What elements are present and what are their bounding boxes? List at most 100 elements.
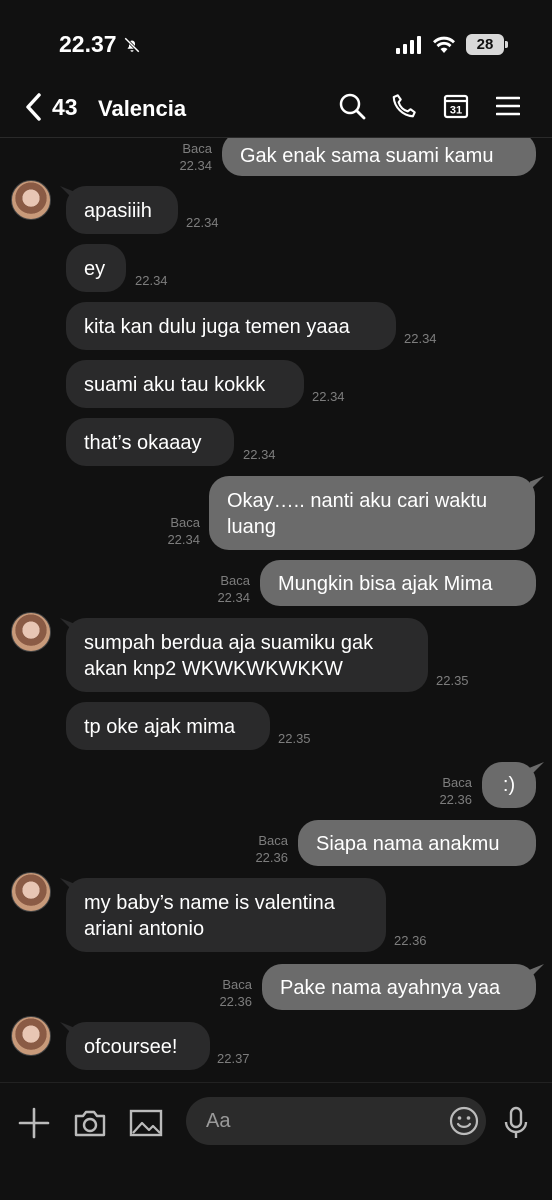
message-bubble[interactable]: Gak enak sama suami kamu	[222, 138, 536, 176]
message-bubble[interactable]: :)	[482, 762, 536, 808]
message-text: :)	[502, 774, 516, 796]
message-time: 22.36	[255, 850, 288, 865]
read-receipt: Baca	[182, 141, 212, 156]
header-actions: 31	[338, 92, 522, 120]
status-indicators: 28	[396, 34, 508, 55]
avatar[interactable]	[11, 1016, 51, 1056]
battery-icon: 28	[466, 34, 508, 55]
message-meta: Baca 22.34	[198, 572, 250, 606]
wifi-icon	[433, 36, 455, 53]
message-time: 22.34	[404, 331, 437, 346]
message-input[interactable]	[186, 1097, 486, 1145]
bell-slash-icon	[123, 36, 140, 53]
read-receipt: Baca	[258, 833, 288, 848]
message-bubble[interactable]: apasiiih	[66, 186, 178, 234]
battery-level: 28	[476, 36, 494, 53]
plus-icon	[18, 1107, 50, 1139]
emoji-button[interactable]	[449, 1106, 479, 1136]
search-icon	[339, 93, 366, 120]
message-bubble[interactable]: my baby’s name is valentina ariani anton…	[66, 878, 386, 952]
microphone-icon	[504, 1106, 528, 1138]
message-bubble[interactable]: Siapa nama anakmu	[298, 820, 536, 866]
message-time: 22.36	[439, 792, 472, 807]
calendar-day: 31	[450, 105, 462, 117]
add-button[interactable]	[16, 1105, 52, 1141]
message-text: tp oke ajak mima	[84, 716, 236, 738]
message-bubble[interactable]: tp oke ajak mima	[66, 702, 270, 750]
message-text-line: Okay….. nanti aku cari waktu	[227, 490, 488, 512]
read-receipt: Baca	[170, 515, 200, 530]
call-button[interactable]	[390, 92, 418, 120]
search-button[interactable]	[338, 92, 366, 120]
message-text: Gak enak sama suami kamu	[240, 145, 494, 167]
clock: 22.37	[59, 31, 117, 57]
message-composer	[0, 1082, 552, 1200]
message-text-line: my baby’s name is valentina	[84, 892, 335, 914]
message-meta: Baca 22.36	[200, 976, 252, 1010]
gallery-button[interactable]	[128, 1105, 164, 1141]
message-time: 22.34	[217, 590, 250, 605]
message-text-line: sumpah berdua aja suamiku gak	[84, 632, 374, 654]
message-time: 22.34	[179, 158, 212, 173]
read-receipt: Baca	[442, 775, 472, 790]
voice-button[interactable]	[498, 1105, 534, 1141]
message-bubble[interactable]: Okay….. nanti aku cari waktu luang	[209, 476, 535, 550]
message-meta: Baca 22.34	[160, 140, 212, 174]
message-meta: Baca 22.36	[420, 774, 472, 808]
message-bubble[interactable]: ofcoursee!	[66, 1022, 210, 1070]
contact-name[interactable]: Valencia	[98, 96, 186, 122]
message-bubble[interactable]: Pake nama ayahnya yaa	[262, 964, 536, 1010]
menu-icon	[496, 96, 520, 116]
status-time: 22.37	[59, 31, 141, 58]
message-text: suami aku tau kokkk	[84, 374, 266, 396]
unread-count: 43	[52, 93, 78, 120]
message-time: 22.36	[219, 994, 252, 1009]
phone-icon	[392, 94, 416, 118]
message-bubble[interactable]: sumpah berdua aja suamiku gak akan knp2 …	[66, 618, 428, 692]
message-text-line: luang	[227, 516, 276, 538]
message-text: kita kan dulu juga temen yaaa	[84, 316, 350, 338]
message-bubble[interactable]: that’s okaaay	[66, 418, 234, 466]
message-bubble[interactable]: ey	[66, 244, 126, 292]
camera-button[interactable]	[72, 1105, 108, 1141]
chat-header: 43 Valencia 31	[0, 88, 552, 138]
message-time: 22.35	[436, 673, 469, 688]
message-meta: Baca 22.34	[148, 514, 200, 548]
chevron-left-icon	[26, 93, 41, 121]
message-time: 22.37	[217, 1051, 250, 1066]
message-text: apasiiih	[84, 200, 152, 222]
message-time: 22.36	[394, 933, 427, 948]
camera-icon	[74, 1110, 106, 1137]
message-text: Pake nama ayahnya yaa	[280, 977, 501, 999]
message-text: Mungkin bisa ajak Mima	[278, 573, 493, 595]
menu-button[interactable]	[494, 92, 522, 120]
avatar[interactable]	[11, 180, 51, 220]
read-receipt: Baca	[220, 573, 250, 588]
signal-icon	[396, 35, 421, 54]
message-text: that’s okaaay	[84, 432, 202, 454]
message-bubble[interactable]: suami aku tau kokkk	[66, 360, 304, 408]
calendar-button[interactable]: 31	[442, 92, 470, 120]
message-text-line: akan knp2 WKWKWKWKKW	[84, 658, 343, 680]
message-time: 22.35	[278, 731, 311, 746]
message-text: ofcoursee!	[84, 1036, 178, 1058]
message-bubble[interactable]: kita kan dulu juga temen yaaa	[66, 302, 396, 350]
emoji-icon	[449, 1106, 479, 1136]
message-text: ey	[84, 258, 106, 280]
back-button[interactable]: 43	[24, 92, 78, 122]
message-text-line: ariani antonio	[84, 918, 205, 940]
message-time: 22.34	[186, 215, 219, 230]
avatar[interactable]	[11, 872, 51, 912]
avatar[interactable]	[11, 612, 51, 652]
message-time: 22.34	[167, 532, 200, 547]
message-list[interactable]: Baca 22.34 Gak enak sama suami kamu apas…	[0, 138, 552, 1082]
message-bubble[interactable]: Mungkin bisa ajak Mima	[260, 560, 536, 606]
calendar-icon: 31	[443, 94, 469, 119]
message-time: 22.34	[135, 273, 168, 288]
message-text: Siapa nama anakmu	[316, 833, 500, 855]
read-receipt: Baca	[222, 977, 252, 992]
message-time: 22.34	[243, 447, 276, 462]
image-icon	[129, 1109, 163, 1137]
status-bar: 22.37 28	[0, 0, 552, 88]
message-meta: Baca 22.36	[236, 832, 288, 866]
